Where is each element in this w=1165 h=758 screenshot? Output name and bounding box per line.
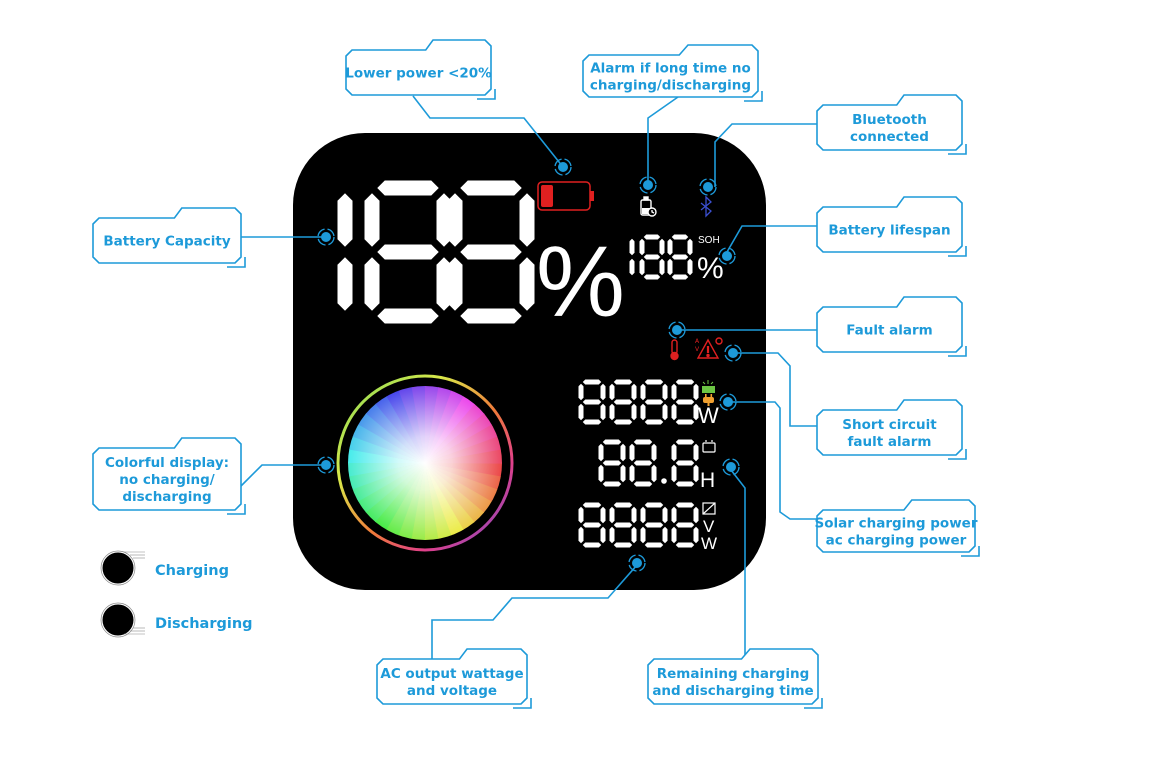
discharging-icon (101, 603, 135, 637)
legend-charging-label: Charging (155, 563, 229, 579)
callout-text: Colorful display: (105, 455, 229, 471)
color-wheel-display (336, 374, 514, 552)
callout-text: Bluetooth (852, 112, 927, 128)
battery-capacity-unit: % (536, 226, 625, 338)
callout-battery-capacity: Battery Capacity (92, 207, 246, 268)
charging-icon (101, 551, 135, 585)
callout-ac-output: AC output wattageand voltage (376, 648, 532, 709)
soh-label: SOH (698, 235, 720, 246)
legend-discharging: Discharging (100, 602, 253, 638)
soh-unit: % (697, 252, 724, 285)
callout-text: Lower power <20% (345, 66, 492, 82)
callout-text: no charging/ (119, 472, 215, 488)
callout-text: Solar charging power (815, 516, 978, 532)
callout-text: discharging (122, 489, 211, 505)
callout-colorful-display: Colorful display:no charging/discharging (92, 437, 246, 515)
callout-text: Alarm if long time no (590, 61, 751, 77)
callout-text: Battery Capacity (103, 234, 230, 250)
callout-idle-alarm: Alarm if long time nocharging/dischargin… (582, 44, 763, 102)
callout-text: connected (850, 129, 929, 145)
callout-text: and discharging time (652, 683, 813, 699)
input-power-unit: W (698, 403, 719, 428)
legend-discharging-label: Discharging (155, 616, 253, 632)
callout-bluetooth: Bluetoothconnected (816, 94, 967, 155)
time-decimal-point (661, 478, 667, 484)
callout-text: Remaining charging (657, 666, 810, 682)
callout-text: Short circuit (842, 417, 937, 433)
callout-text: AC output wattage (380, 666, 523, 682)
callout-text: ac charging power (826, 533, 967, 549)
callout-solar-ac: Solar charging powerac charging power (815, 499, 980, 557)
legend-charging: Charging (100, 550, 229, 586)
callout-battery-lifespan: Battery lifespan (816, 196, 967, 257)
callout-text: Fault alarm (846, 323, 933, 339)
callout-short-circuit: Short circuitfault alarm (816, 399, 967, 460)
callout-lower-power: Lower power <20% (345, 39, 496, 100)
callout-remaining-time: Remaining chargingand discharging time (647, 648, 823, 709)
callout-text: fault alarm (848, 434, 932, 450)
callout-text: Battery lifespan (828, 223, 950, 239)
output-unit-w: W (701, 534, 717, 553)
display-diagram: Lower power <20% Alarm if long time nocha… (92, 39, 980, 709)
callout-text: and voltage (407, 683, 497, 699)
time-unit: H (700, 469, 715, 492)
callout-text: charging/discharging (590, 78, 751, 94)
callout-fault-alarm: Fault alarm (816, 296, 967, 357)
